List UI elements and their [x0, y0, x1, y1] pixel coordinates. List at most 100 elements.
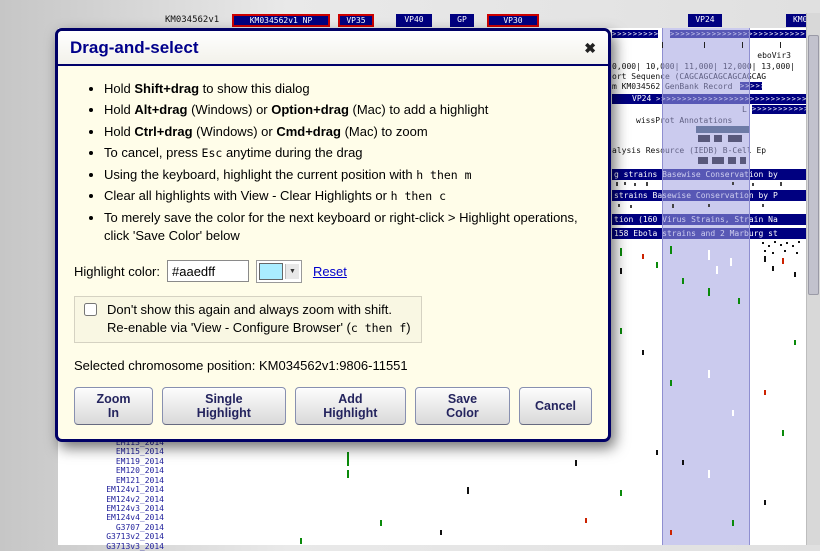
swissprot-annotation-block [714, 135, 722, 142]
conservation-track-title-2: strains Basewise Conservation by P [612, 190, 807, 201]
gene-box-km034[interactable]: KM034 [786, 14, 807, 27]
browser-right-panel: >>>>>>>>>>>>>>>>>>>>>>>>>>>>>>>>>>>>>>>>… [612, 28, 807, 545]
feature-tick [780, 182, 782, 186]
gene-box-vp30[interactable]: VP30 [487, 14, 539, 27]
chrom-name-label: KM034562v1 [165, 15, 219, 25]
feature-tick [708, 370, 710, 378]
track-label[interactable]: G3713v2_2014 [58, 532, 164, 541]
gene-annotation-strip: KM034562v1 KM034562v1 NP VP35 VP40 GP VP… [160, 14, 807, 28]
feature-tick [704, 42, 705, 48]
track-label[interactable]: G3707_2014 [58, 523, 164, 532]
feature-tick [764, 256, 766, 262]
add-highlight-button[interactable]: Add Highlight [295, 387, 406, 425]
feature-tick [634, 183, 636, 186]
swissprot-annotation-block [698, 135, 710, 142]
feature-tick [796, 252, 798, 254]
dont-show-row: Don't show this again and always zoom wi… [74, 296, 422, 343]
save-color-button[interactable]: Save Color [415, 387, 510, 425]
gene-box-np[interactable]: KM034562v1 NP [232, 14, 330, 27]
dialog-titlebar[interactable]: Drag-and-select ✖ [58, 31, 608, 66]
chevron-down-icon[interactable]: ▼ [285, 264, 299, 279]
gene-label-l: L [742, 105, 747, 114]
highlight-color-picker[interactable]: ▼ [256, 260, 302, 283]
feature-tick [782, 258, 784, 264]
feature-tick [732, 520, 734, 526]
feature-tick [732, 410, 734, 416]
gene-box-vp35[interactable]: VP35 [338, 14, 374, 27]
feature-tick [585, 518, 587, 523]
iedb-epitope-block [698, 157, 708, 164]
highlight-color-input[interactable] [167, 260, 249, 282]
gene-box-vp24[interactable]: VP24 [688, 14, 722, 27]
scrollbar-thumb[interactable] [808, 35, 819, 295]
feature-tick [347, 470, 349, 478]
track-label[interactable]: EM120_2014 [58, 466, 164, 475]
gene-box-gp[interactable]: GP [450, 14, 474, 27]
feature-tick [656, 262, 658, 268]
feature-tick [708, 288, 710, 296]
feature-tick [768, 245, 770, 247]
iedb-epitope-block [728, 157, 736, 164]
feature-tick [708, 250, 710, 260]
feature-tick [672, 204, 674, 208]
drag-select-highlight-band [662, 28, 750, 545]
dont-show-label: Don't show this again and always zoom wi… [107, 301, 411, 337]
feature-tick [764, 250, 766, 252]
feature-tick [732, 182, 734, 185]
track-label[interactable]: EM124v4_2014 [58, 513, 164, 522]
gene-box-vp40[interactable]: VP40 [396, 14, 432, 27]
coordinate-ruler: 0,000| 10,000| 11,000| 12,000| 13,000| [612, 62, 795, 71]
dont-show-checkbox[interactable] [84, 303, 97, 316]
feature-tick [620, 248, 622, 256]
gene-chevrons: >>>>>>>>>>>>>>>>>>>>>>>>>>>>>>>>>>>>>>>> [656, 95, 807, 103]
instruction-item: Hold Shift+drag to show this dialog [104, 80, 592, 98]
dialog-buttons: Zoom InSingle HighlightAdd HighlightSave… [74, 387, 592, 425]
track-label[interactable]: EM124v3_2014 [58, 504, 164, 513]
iedb-track-title: alysis Resource (IEDB) B-Cell Ep [612, 146, 766, 155]
feature-tick [772, 252, 774, 254]
feature-tick [380, 520, 382, 526]
instructions-list: Hold Shift+drag to show this dialogHold … [74, 80, 592, 246]
scrollbar[interactable] [806, 13, 820, 545]
gene-bar-segment: >>>>>>>>>>>>>>>>>>>>>>>>>>>>>>>>>>>>>>>> [612, 30, 658, 38]
track-label[interactable]: EM115_2014 [58, 447, 164, 456]
single-highlight-button[interactable]: Single Highlight [162, 387, 286, 425]
genbank-track-title: m KM034562 GenBank Record [612, 82, 732, 91]
track-label[interactable]: EM121_2014 [58, 476, 164, 485]
feature-tick [794, 272, 796, 277]
feature-tick [772, 266, 774, 271]
feature-tick [792, 245, 794, 247]
feature-tick [716, 266, 718, 274]
feature-tick [575, 460, 577, 466]
feature-tick [794, 340, 796, 345]
reset-link[interactable]: Reset [313, 264, 347, 279]
track-label[interactable]: EM124v1_2014 [58, 485, 164, 494]
color-swatch [259, 263, 283, 280]
feature-tick [708, 470, 710, 478]
feature-tick [780, 244, 782, 246]
feature-tick [440, 530, 442, 535]
feature-tick [708, 204, 710, 207]
close-icon[interactable]: ✖ [584, 41, 596, 55]
instruction-item: Clear all highlights with View - Clear H… [104, 187, 592, 205]
iedb-epitope-block [712, 157, 724, 164]
selected-position-text: Selected chromosome position: KM034562v1… [74, 358, 592, 373]
assembly-label: eboVir3 [757, 51, 791, 60]
feature-tick [764, 500, 766, 505]
swissprot-annotation-block [696, 126, 750, 133]
zoom-in-button[interactable]: Zoom In [74, 387, 153, 425]
cancel-button[interactable]: Cancel [519, 387, 592, 425]
feature-tick [762, 242, 764, 244]
gene-bar-segment: >>>>>>>>>>>>>>>>>>>>>>>>>>>>>>>>>>>>>>>> [670, 30, 807, 38]
track-label[interactable]: G3713v3_2014 [58, 542, 164, 551]
feature-tick [662, 42, 663, 48]
track-label[interactable]: EM119_2014 [58, 457, 164, 466]
track-label[interactable]: EM124v2_2014 [58, 495, 164, 504]
feature-tick [620, 328, 622, 334]
instruction-item: To cancel, press Esc anytime during the … [104, 144, 592, 162]
feature-tick [630, 205, 632, 208]
feature-tick [656, 450, 658, 455]
swissprot-track-title: wissProt Annotations [636, 116, 732, 125]
multiz-track-title: tion (160 Virus Strains, Strain Na [612, 214, 807, 225]
dialog-content: Hold Shift+drag to show this dialogHold … [58, 66, 608, 439]
